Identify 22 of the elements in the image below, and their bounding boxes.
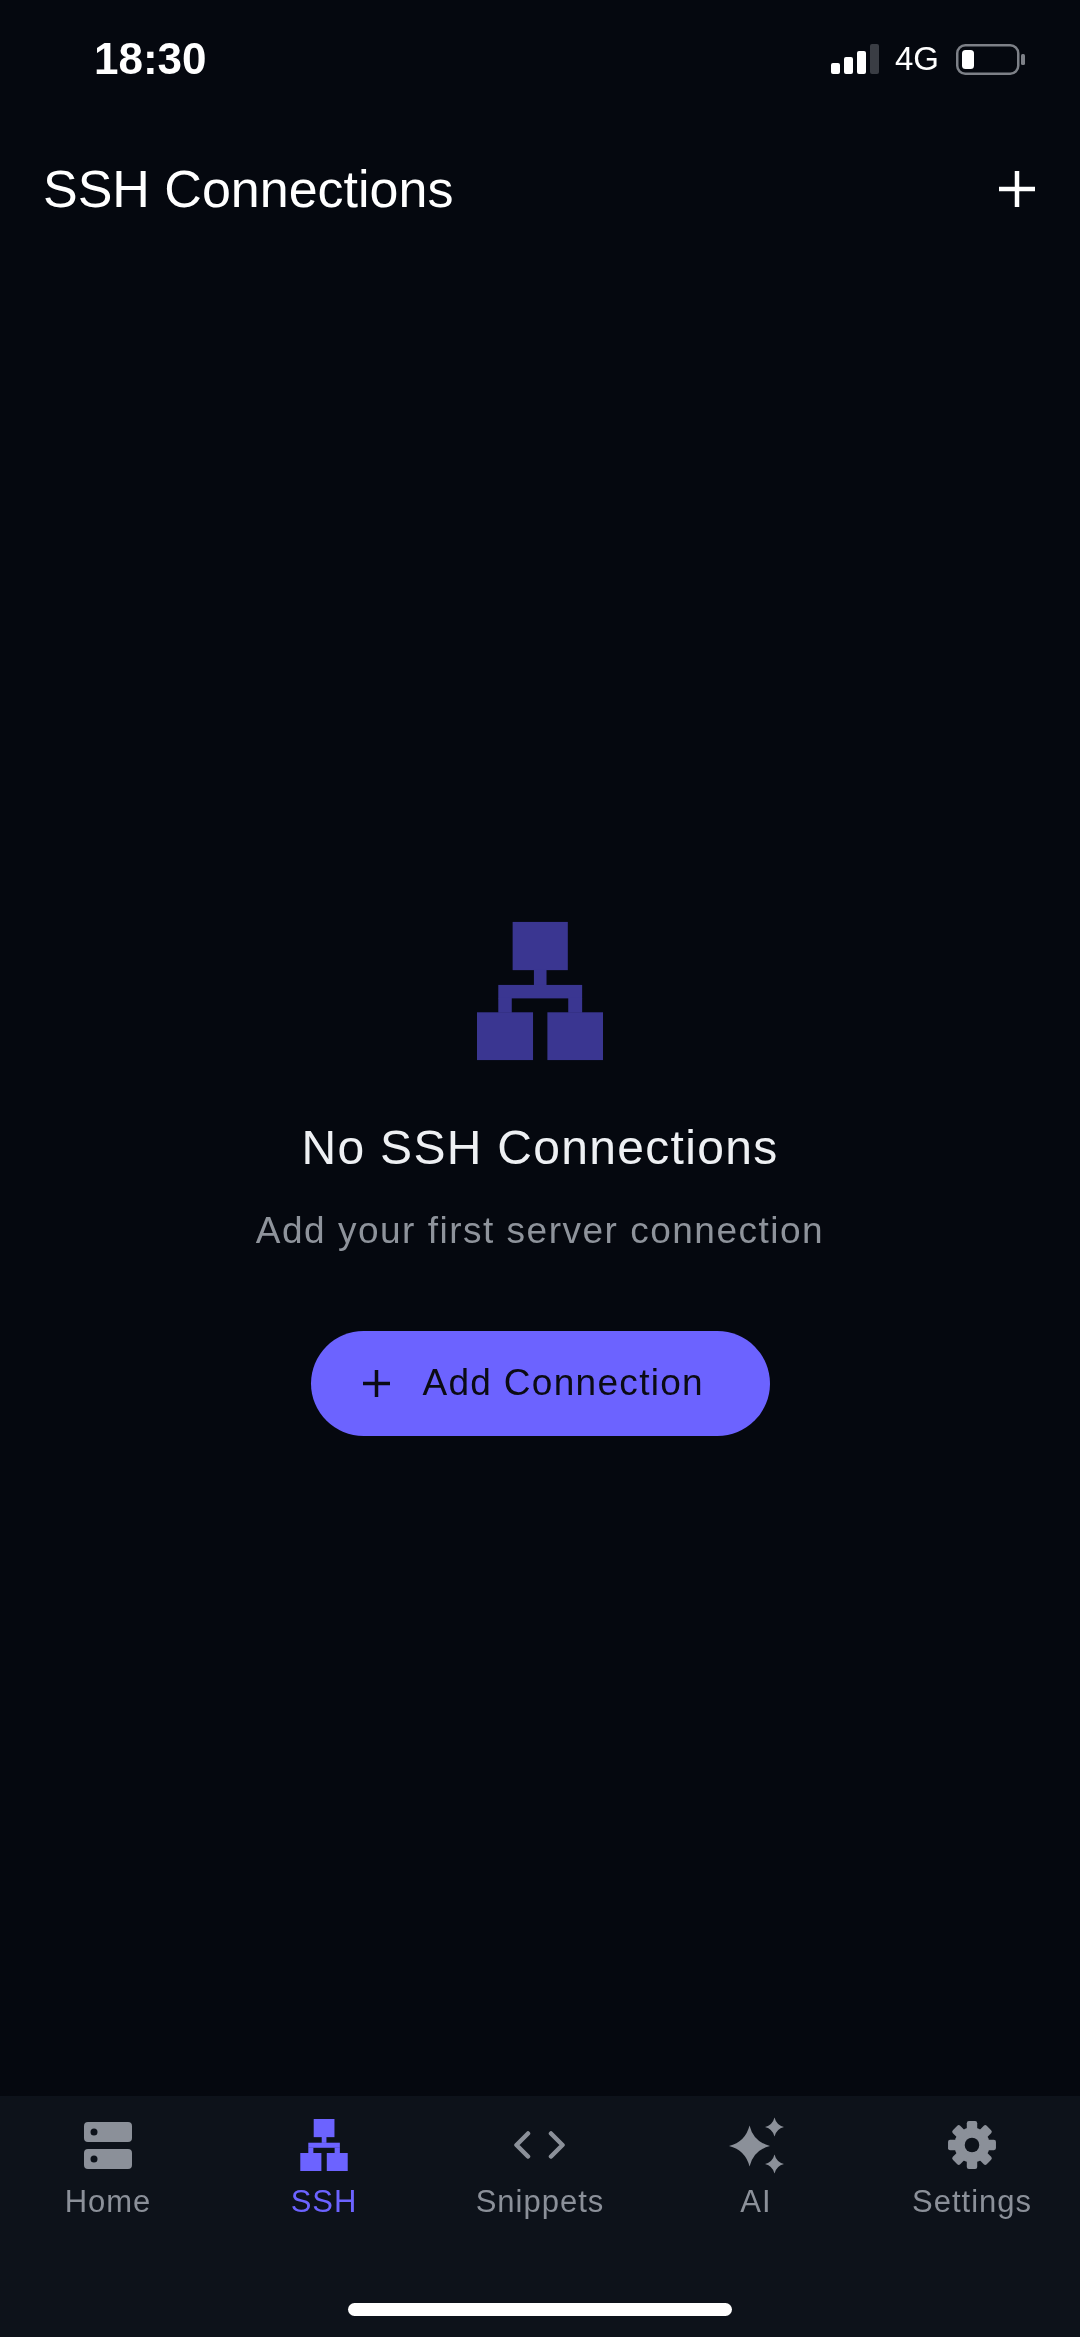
add-button[interactable] — [999, 171, 1035, 207]
battery-icon — [956, 43, 1025, 75]
tab-item[interactable]: Snippets — [471, 2116, 609, 2220]
sitemap-icon — [477, 920, 603, 1061]
tab-item[interactable]: Home — [60, 2116, 156, 2220]
empty-state-subtitle: Add your first server connection — [255, 1208, 825, 1253]
sitemap-icon — [300, 2119, 348, 2171]
plus-icon — [362, 1369, 390, 1397]
page-title: SSH Connections — [43, 159, 454, 219]
add-connection-button[interactable]: Add Connection — [310, 1330, 770, 1436]
sparkles-icon — [728, 2116, 784, 2174]
plus-icon — [999, 171, 1035, 207]
tab-item[interactable]: AI — [724, 2116, 788, 2220]
status-time: 18:30 — [94, 34, 207, 84]
server-icon — [84, 2121, 132, 2169]
signal-icon — [830, 44, 879, 74]
network-label: 4G — [894, 40, 939, 78]
code-icon — [513, 2131, 567, 2159]
tab-item[interactable]: Settings — [908, 2116, 1036, 2220]
tab-item[interactable]: SSH — [286, 2116, 362, 2220]
empty-state-title: No SSH Connections — [301, 1119, 779, 1176]
settings-icon — [947, 2120, 997, 2170]
